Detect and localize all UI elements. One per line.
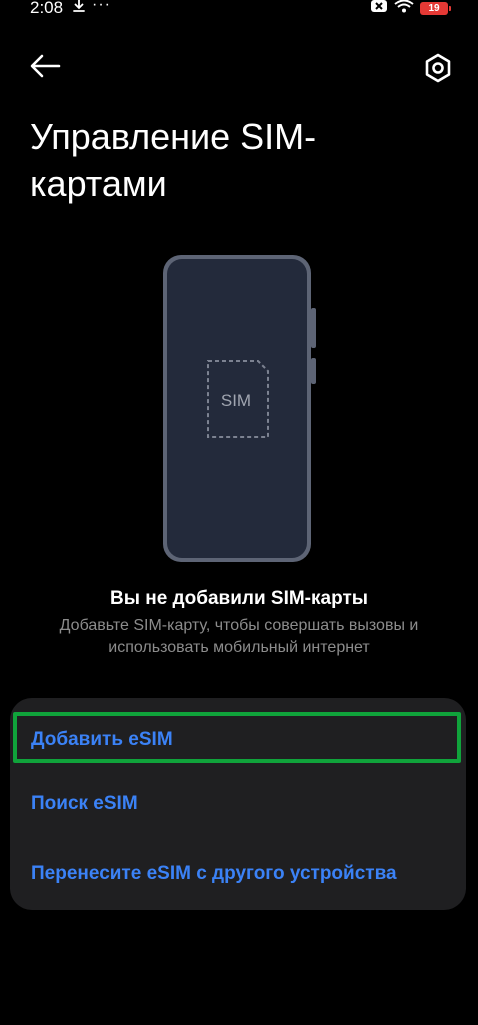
transfer-esim-label: Перенесите eSIM с другого устройства	[31, 863, 397, 884]
actions-card: Добавить eSIM Поиск eSIM Перенесите eSIM…	[10, 698, 466, 910]
status-time: 2:08	[30, 0, 64, 17]
add-esim-button[interactable]: Добавить eSIM	[10, 705, 466, 763]
download-icon	[72, 0, 86, 18]
search-esim-button[interactable]: Поиск eSIM	[10, 776, 466, 832]
add-esim-label: Добавить eSIM	[31, 729, 173, 750]
back-button[interactable]	[28, 50, 64, 82]
no-sim-icon	[370, 0, 388, 18]
transfer-esim-button[interactable]: Перенесите eSIM с другого устройства	[10, 848, 466, 904]
sim-card-label: SIM	[221, 391, 251, 410]
gear-hexagon-icon	[425, 53, 451, 83]
status-bar: 2:08 ··· 19	[0, 0, 478, 20]
page-title: Управление SIM-картами	[30, 116, 317, 204]
battery-icon: 19	[420, 1, 451, 15]
empty-state-subtitle: Добавьте SIM-карту, чтобы совершать вызо…	[59, 617, 419, 656]
phone-illustration: SIM	[160, 253, 320, 565]
empty-state-title: Вы не добавили SIM-карты	[110, 588, 368, 609]
search-esim-label: Поиск eSIM	[31, 793, 138, 814]
more-notifications-icon: ···	[92, 0, 111, 13]
settings-button[interactable]	[420, 50, 456, 86]
status-icons: 19	[370, 0, 451, 18]
wifi-icon	[394, 0, 414, 18]
arrow-left-icon	[30, 54, 61, 78]
